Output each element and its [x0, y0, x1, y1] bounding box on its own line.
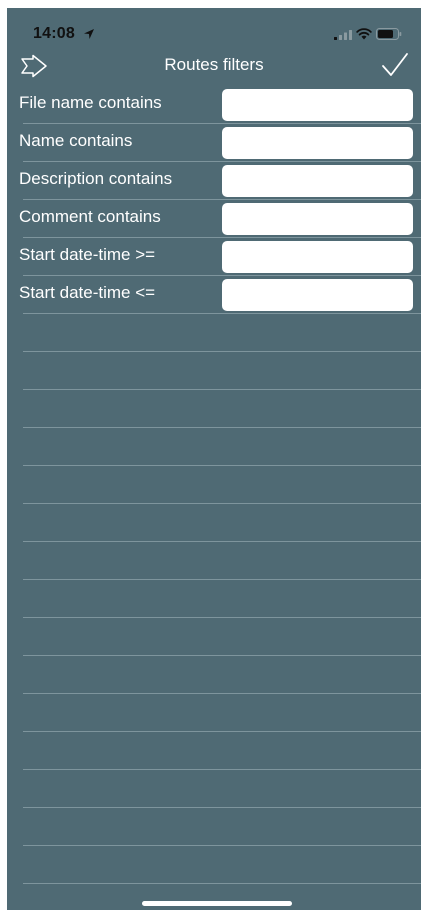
filter-label: Start date-time <=: [19, 283, 156, 302]
filter-row-start-date-max: Start date-time <=: [7, 276, 421, 314]
filter-row-file-name: File name contains: [7, 86, 421, 124]
navigation-bar: Routes filters: [7, 52, 421, 88]
filter-row-start-date-min: Start date-time >=: [7, 238, 421, 276]
filter-label: Name contains: [19, 131, 133, 150]
routes-filters-screen: 14:08 Routes filters File name contains …: [7, 8, 421, 910]
start-date-time-max-input[interactable]: [222, 279, 413, 311]
location-arrow-icon: [84, 29, 94, 39]
list-separator: [7, 732, 421, 770]
filter-label: File name contains: [19, 93, 162, 112]
wifi-icon: [356, 28, 372, 40]
filter-row-description: Description contains: [7, 162, 421, 200]
filter-row-name: Name contains: [7, 124, 421, 162]
file-name-contains-input[interactable]: [222, 89, 413, 121]
filter-list: File name contains Name contains Descrip…: [7, 86, 421, 314]
page-title: Routes filters: [164, 55, 264, 74]
list-separator: [7, 542, 421, 580]
list-separator: [7, 352, 421, 390]
list-separator: [7, 846, 421, 884]
status-bar: 14:08: [7, 8, 421, 52]
checkmark-icon[interactable]: [381, 52, 409, 78]
list-separator: [7, 504, 421, 542]
filter-row-comment: Comment contains: [7, 200, 421, 238]
list-separator: [7, 314, 421, 352]
filter-label: Comment contains: [19, 207, 161, 226]
filter-label: Description contains: [19, 169, 173, 188]
start-date-time-min-input[interactable]: [222, 241, 413, 273]
name-contains-input[interactable]: [222, 127, 413, 159]
status-time: 14:08: [33, 25, 75, 42]
list-separator: [7, 694, 421, 732]
empty-table-area: [7, 314, 421, 884]
list-separator: [7, 656, 421, 694]
list-separator: [7, 808, 421, 846]
description-contains-input[interactable]: [222, 165, 413, 197]
battery-icon: [376, 28, 402, 40]
list-separator: [7, 770, 421, 808]
list-separator: [7, 466, 421, 504]
list-separator: [7, 390, 421, 428]
comment-contains-input[interactable]: [222, 203, 413, 235]
home-indicator[interactable]: [142, 901, 292, 906]
list-separator: [7, 428, 421, 466]
filter-label: Start date-time >=: [19, 245, 156, 264]
list-separator: [7, 618, 421, 656]
cellular-signal-icon: [334, 30, 352, 40]
list-separator: [7, 580, 421, 618]
